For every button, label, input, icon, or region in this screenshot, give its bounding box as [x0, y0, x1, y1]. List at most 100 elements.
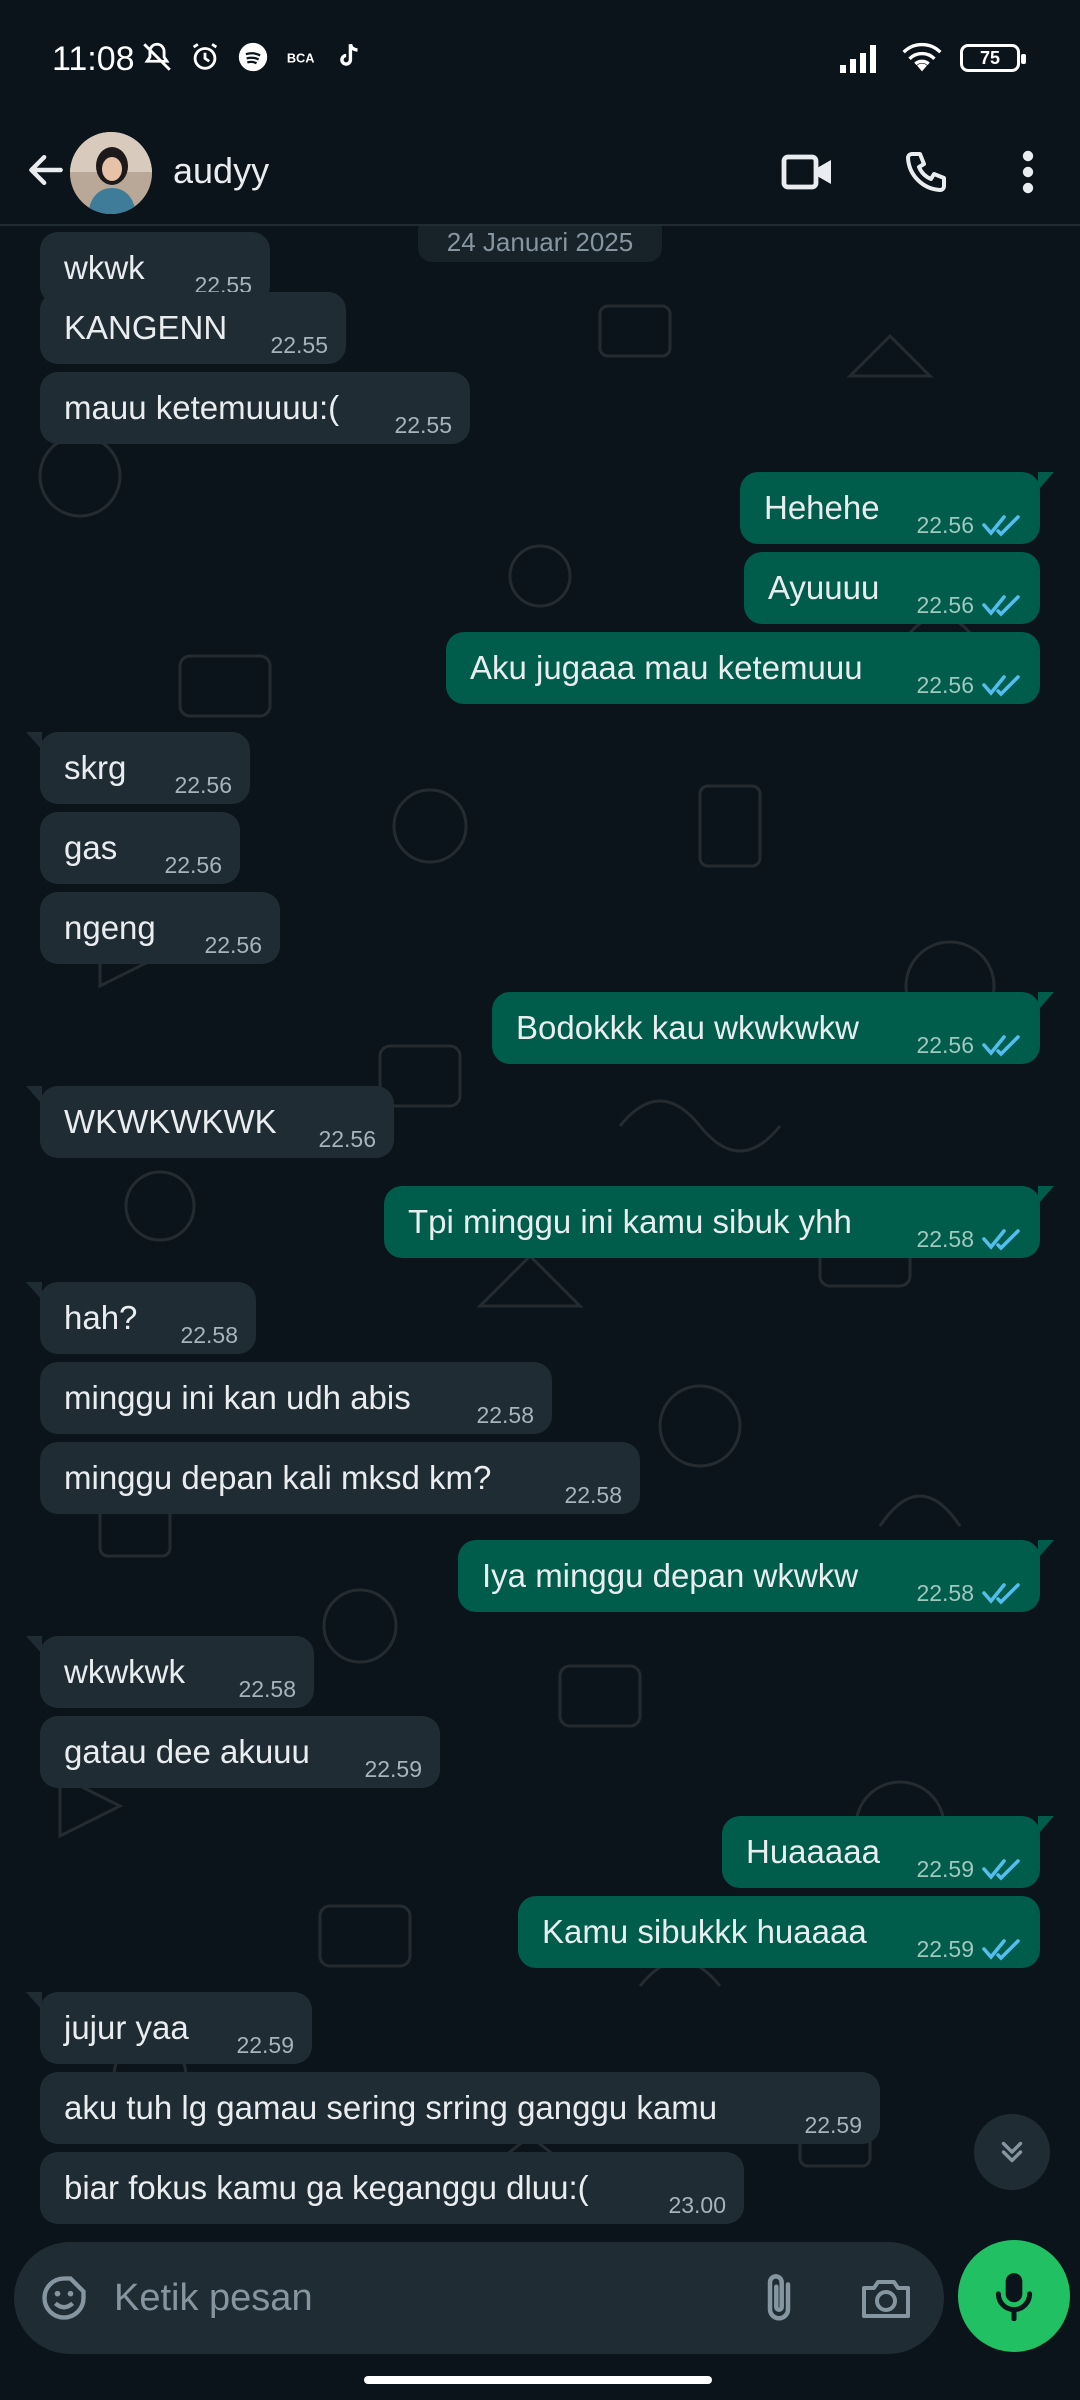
message-incoming[interactable]: minggu depan kali mksd km? 22.58: [40, 1442, 640, 1514]
message-text: biar fokus kamu ga keganggu dluu:(: [64, 2169, 589, 2206]
battery-icon: 75: [960, 44, 1026, 72]
message-time: 22.56: [916, 510, 1022, 540]
message-time: 22.56: [318, 1126, 376, 1152]
message-time: 22.58: [564, 1482, 622, 1508]
microphone-icon: [995, 2273, 1033, 2321]
mute-bell-icon: [143, 42, 171, 71]
alarm-icon: [192, 43, 218, 70]
message-time: 22.55: [394, 412, 452, 438]
message-text: gas: [64, 829, 118, 866]
message-time: 22.59: [916, 1934, 1022, 1964]
composer-bar: [0, 2240, 1080, 2356]
message-text: wkwkwk: [64, 1653, 185, 1690]
emoji-sticker-button[interactable]: [34, 2268, 94, 2328]
message-text: skrg: [64, 749, 127, 786]
date-separator: 24 Januari 2025: [418, 226, 662, 262]
message-outgoing[interactable]: Iya minggu depan wkwkw 22.58: [458, 1540, 1054, 1612]
message-text: Ayuuuu: [768, 569, 880, 606]
message-time: 22.59: [236, 2032, 294, 2058]
message-time: 23.00: [668, 2192, 726, 2218]
message-incoming[interactable]: KANGENN 22.55: [40, 292, 346, 364]
voice-message-button[interactable]: [958, 2240, 1070, 2352]
message-time: 22.59: [364, 1756, 422, 1782]
arrow-left-icon: [29, 154, 63, 186]
message-incoming[interactable]: gas 22.56: [40, 812, 240, 884]
scroll-to-bottom-button[interactable]: [974, 2114, 1050, 2190]
wifi-icon: [902, 42, 942, 72]
message-incoming[interactable]: WKWKWKWK 22.56: [26, 1086, 394, 1158]
message-outgoing[interactable]: Ayuuuu 22.56: [744, 552, 1040, 624]
notification-icons: BCA: [140, 40, 366, 74]
message-text: hah?: [64, 1299, 138, 1336]
message-composer: [14, 2242, 944, 2354]
message-incoming[interactable]: hah? 22.58: [26, 1282, 256, 1354]
voice-call-button[interactable]: [894, 140, 958, 204]
message-text: WKWKWKWK: [64, 1103, 277, 1140]
message-text: Aku jugaaa mau ketemuuu: [470, 649, 863, 686]
message-outgoing[interactable]: Bodokkk kau wkwkwkw 22.56: [492, 992, 1054, 1064]
message-time: 22.59: [916, 1854, 1022, 1884]
message-text: Kamu sibukkk huaaaa: [542, 1913, 867, 1950]
message-text: KANGENN: [64, 309, 228, 346]
bca-icon: BCA: [287, 51, 315, 66]
message-time: 22.59: [804, 2112, 862, 2138]
message-input[interactable]: [114, 2266, 714, 2330]
video-call-button[interactable]: [776, 140, 840, 204]
avatar-photo: [70, 132, 152, 214]
message-time: 22.56: [174, 772, 232, 798]
tiktok-icon: [340, 43, 358, 66]
status-bar: 11:08 BCA 75: [0, 0, 1080, 118]
more-options-button[interactable]: [996, 140, 1060, 204]
message-incoming[interactable]: gatau dee akuuu 22.59: [40, 1716, 440, 1788]
message-text: minggu ini kan udh abis: [64, 1379, 411, 1416]
video-camera-icon: [781, 154, 831, 190]
phone-icon: [906, 152, 946, 192]
read-receipt-icon: [982, 1035, 1020, 1057]
message-outgoing[interactable]: Aku jugaaa mau ketemuuu 22.56: [446, 632, 1040, 704]
message-incoming[interactable]: aku tuh lg gamau sering srring ganggu ka…: [40, 2072, 880, 2144]
message-incoming[interactable]: biar fokus kamu ga keganggu dluu:( 23.00: [40, 2152, 744, 2224]
read-receipt-icon: [982, 1859, 1020, 1881]
message-incoming[interactable]: minggu ini kan udh abis 22.58: [40, 1362, 552, 1434]
message-text: minggu depan kali mksd km?: [64, 1459, 492, 1496]
message-text: wkwk: [64, 249, 145, 286]
message-text: mauu ketemuuuu:(: [64, 389, 340, 426]
message-time: 22.56: [916, 1030, 1022, 1060]
message-outgoing[interactable]: Tpi minggu ini kamu sibuk yhh 22.58: [384, 1186, 1054, 1258]
read-receipt-icon: [982, 1583, 1020, 1605]
message-list[interactable]: 24 Januari 2025 wkwk 22.55 KANGENN 22.55…: [0, 226, 1080, 2240]
message-time: 22.56: [916, 590, 1022, 620]
back-button[interactable]: [16, 140, 76, 200]
status-right-icons: 75: [840, 42, 1026, 74]
message-incoming[interactable]: skrg 22.56: [26, 732, 250, 804]
message-outgoing[interactable]: Huaaaaa 22.59: [722, 1816, 1054, 1888]
signal-icon: [840, 45, 876, 73]
message-outgoing[interactable]: Hehehe 22.56: [740, 472, 1054, 544]
message-text: Iya minggu depan wkwkw: [482, 1557, 859, 1594]
message-text: Tpi minggu ini kamu sibuk yhh: [408, 1203, 852, 1240]
message-outgoing[interactable]: Kamu sibukkk huaaaa 22.59: [518, 1896, 1040, 1968]
svg-text:BCA: BCA: [287, 51, 315, 66]
message-time: 22.58: [916, 1224, 1022, 1254]
message-time: 22.58: [916, 1578, 1022, 1608]
sticker-smiley-icon: [42, 2276, 86, 2320]
message-time: 22.55: [270, 332, 328, 358]
message-time: 22.58: [180, 1322, 238, 1348]
home-indicator[interactable]: [364, 2376, 712, 2384]
double-chevron-down-icon: [1001, 2141, 1023, 2163]
contact-name[interactable]: audyy: [173, 150, 269, 192]
read-receipt-icon: [982, 675, 1020, 697]
read-receipt-icon: [982, 595, 1020, 617]
chat-header: audyy: [0, 118, 1080, 226]
contact-avatar[interactable]: [70, 132, 152, 214]
message-incoming[interactable]: jujur yaa 22.59: [26, 1992, 312, 2064]
kebab-menu-icon: [1022, 150, 1034, 194]
message-incoming[interactable]: ngeng 22.56: [40, 892, 280, 964]
attach-button[interactable]: [749, 2268, 809, 2328]
message-time: 22.58: [476, 1402, 534, 1428]
camera-button[interactable]: [854, 2268, 918, 2328]
message-incoming[interactable]: mauu ketemuuuu:( 22.55: [40, 372, 470, 444]
message-text: Huaaaaa: [746, 1833, 880, 1870]
message-text: gatau dee akuuu: [64, 1733, 310, 1770]
message-incoming[interactable]: wkwkwk 22.58: [26, 1636, 314, 1708]
